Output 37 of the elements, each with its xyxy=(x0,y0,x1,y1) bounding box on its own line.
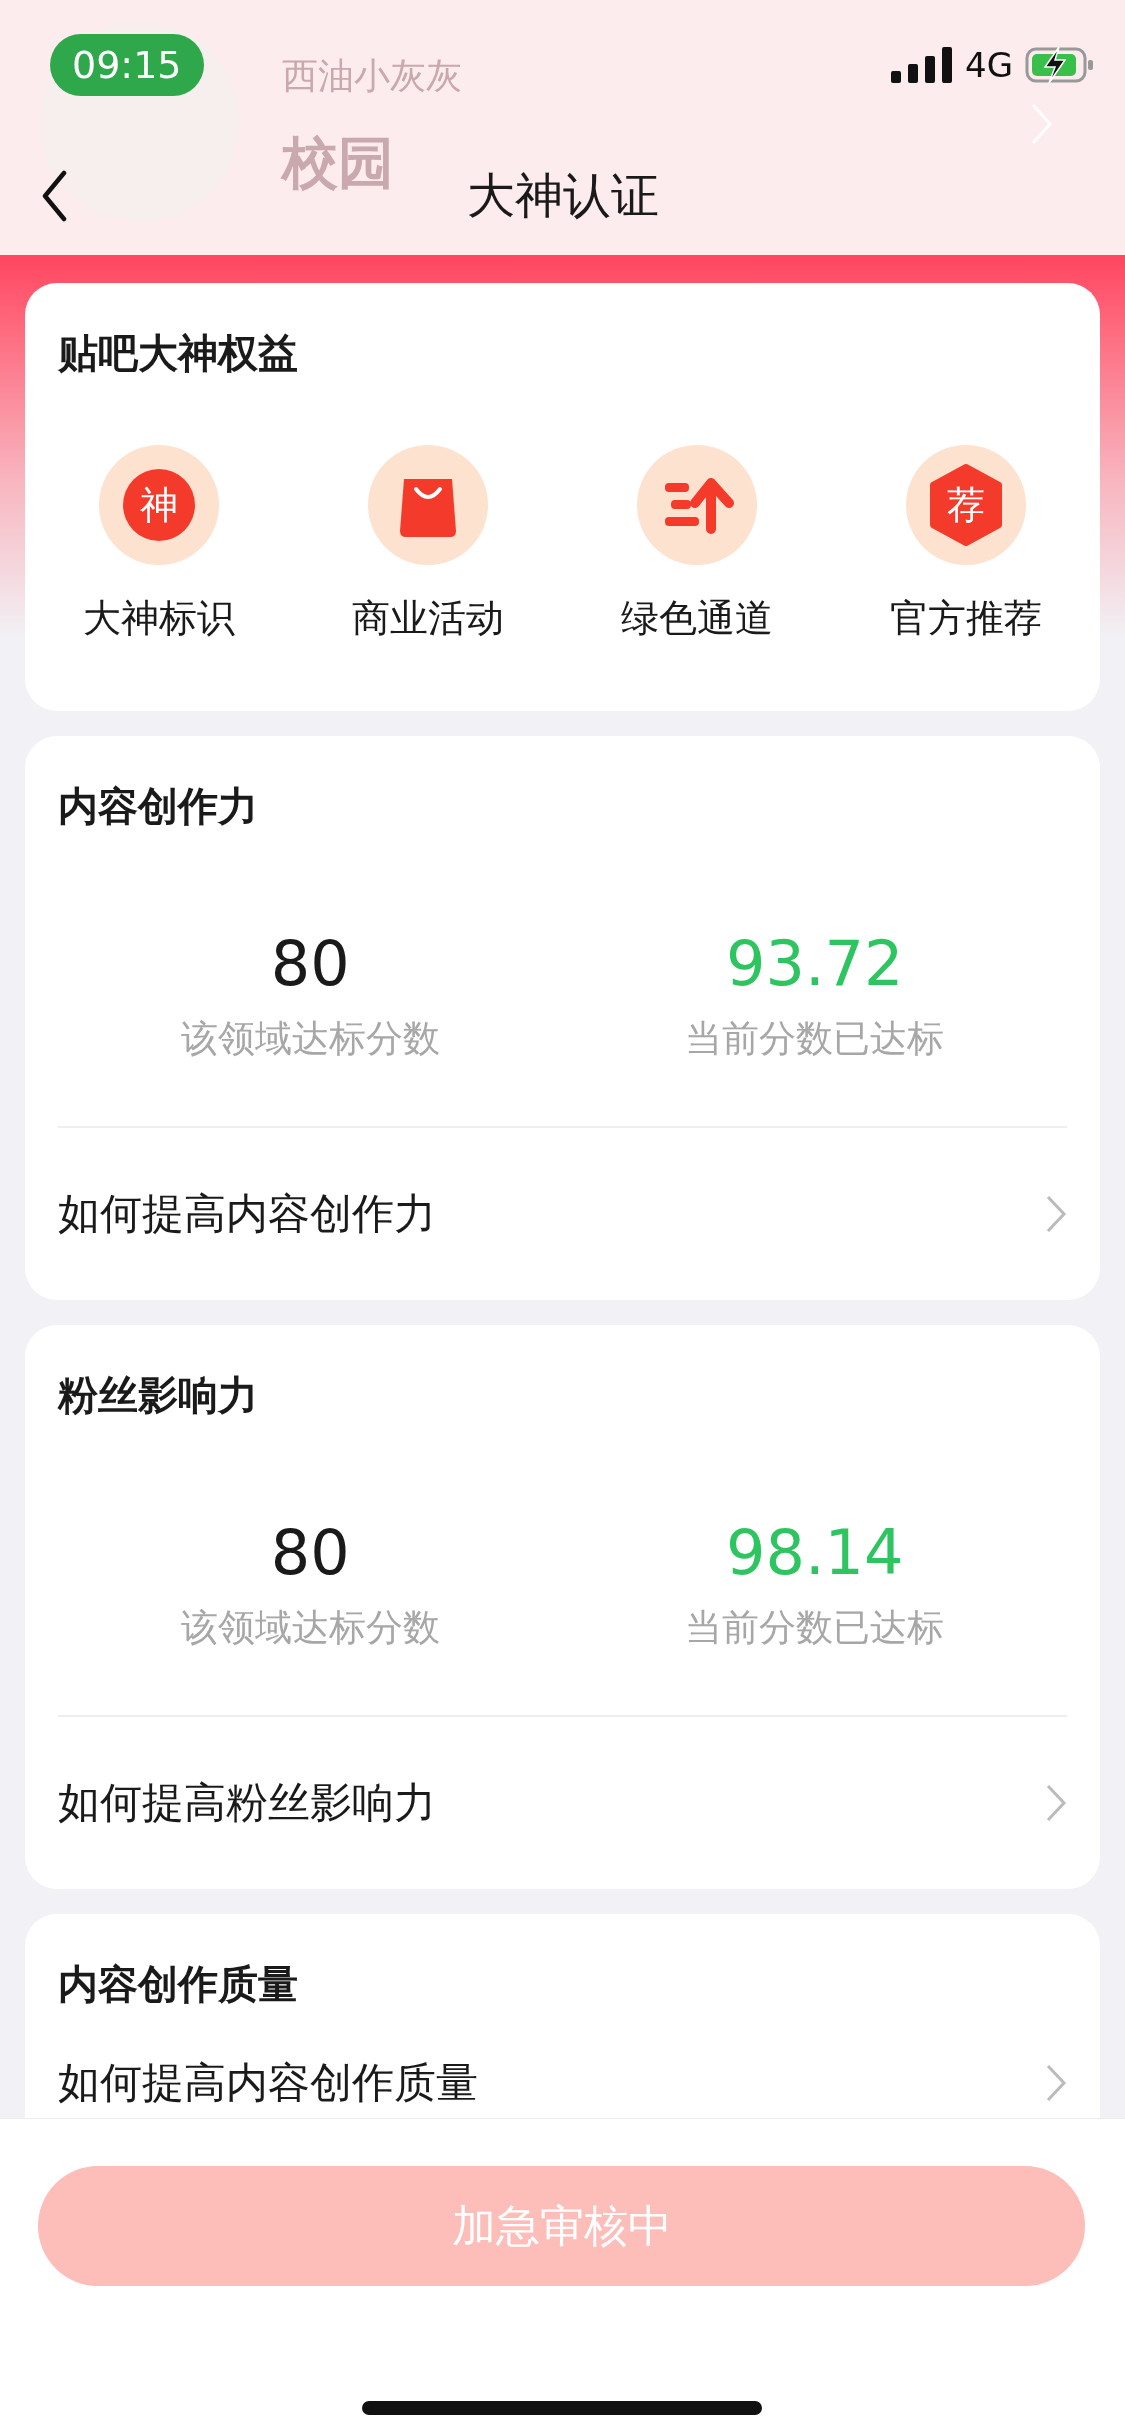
status-time: 09:15 xyxy=(50,34,204,96)
help-link-text: 如何提高内容创作力 xyxy=(58,1188,436,1240)
benefit-label[interactable]: 绿色通道 xyxy=(620,595,773,641)
chevron-icon xyxy=(1045,1194,1067,1234)
chevron-icon xyxy=(1045,2063,1067,2103)
user-name: 西油小灰灰 xyxy=(282,54,462,98)
benefit-label[interactable]: 官方推荐 xyxy=(889,595,1042,641)
chevron-icon xyxy=(1045,1783,1067,1823)
seal-icon[interactable] xyxy=(99,445,220,565)
help-link-text: 如何提高内容创作质量 xyxy=(58,2057,478,2109)
signal-icon xyxy=(891,47,953,83)
score-caption: 当前分数已达标 xyxy=(685,1016,945,1062)
score-caption: 当前分数已达标 xyxy=(685,1605,945,1651)
help-link[interactable]: 如何提高粉丝影响力 xyxy=(58,1717,1067,1889)
help-link-text: 如何提高粉丝影响力 xyxy=(58,1777,436,1829)
target-score: 80 xyxy=(270,1517,350,1589)
benefit-label[interactable]: 商业活动 xyxy=(352,595,505,641)
card-title: 内容创作质量 xyxy=(58,1960,299,2008)
help-link[interactable]: 如何提高内容创作质量 xyxy=(58,2046,1067,2120)
score-caption: 该领域达标分数 xyxy=(180,1016,440,1062)
target-score: 80 xyxy=(270,928,350,1000)
group-name: 校园 xyxy=(282,129,394,197)
benefit-label[interactable]: 大神标识 xyxy=(83,595,236,641)
card-title: 内容创作力 xyxy=(58,782,259,830)
icon-glyph: 荐 xyxy=(945,482,986,529)
shopping-bag-icon[interactable] xyxy=(368,445,489,565)
score-caption: 该领域达标分数 xyxy=(180,1605,440,1651)
back-icon[interactable] xyxy=(40,170,68,222)
card-title: 贴吧大神权益 xyxy=(57,329,299,377)
current-score: 98.14 xyxy=(726,1517,904,1589)
network-label: 4G xyxy=(965,45,1013,85)
card-title: 粉丝影响力 xyxy=(58,1371,259,1419)
page-title: 大神认证 xyxy=(466,166,659,225)
current-score: 93.72 xyxy=(726,928,904,1000)
help-link[interactable]: 如何提高内容创作力 xyxy=(58,1128,1067,1300)
arrow-up-icon[interactable] xyxy=(636,445,757,565)
icon-glyph: 神 xyxy=(139,482,180,529)
